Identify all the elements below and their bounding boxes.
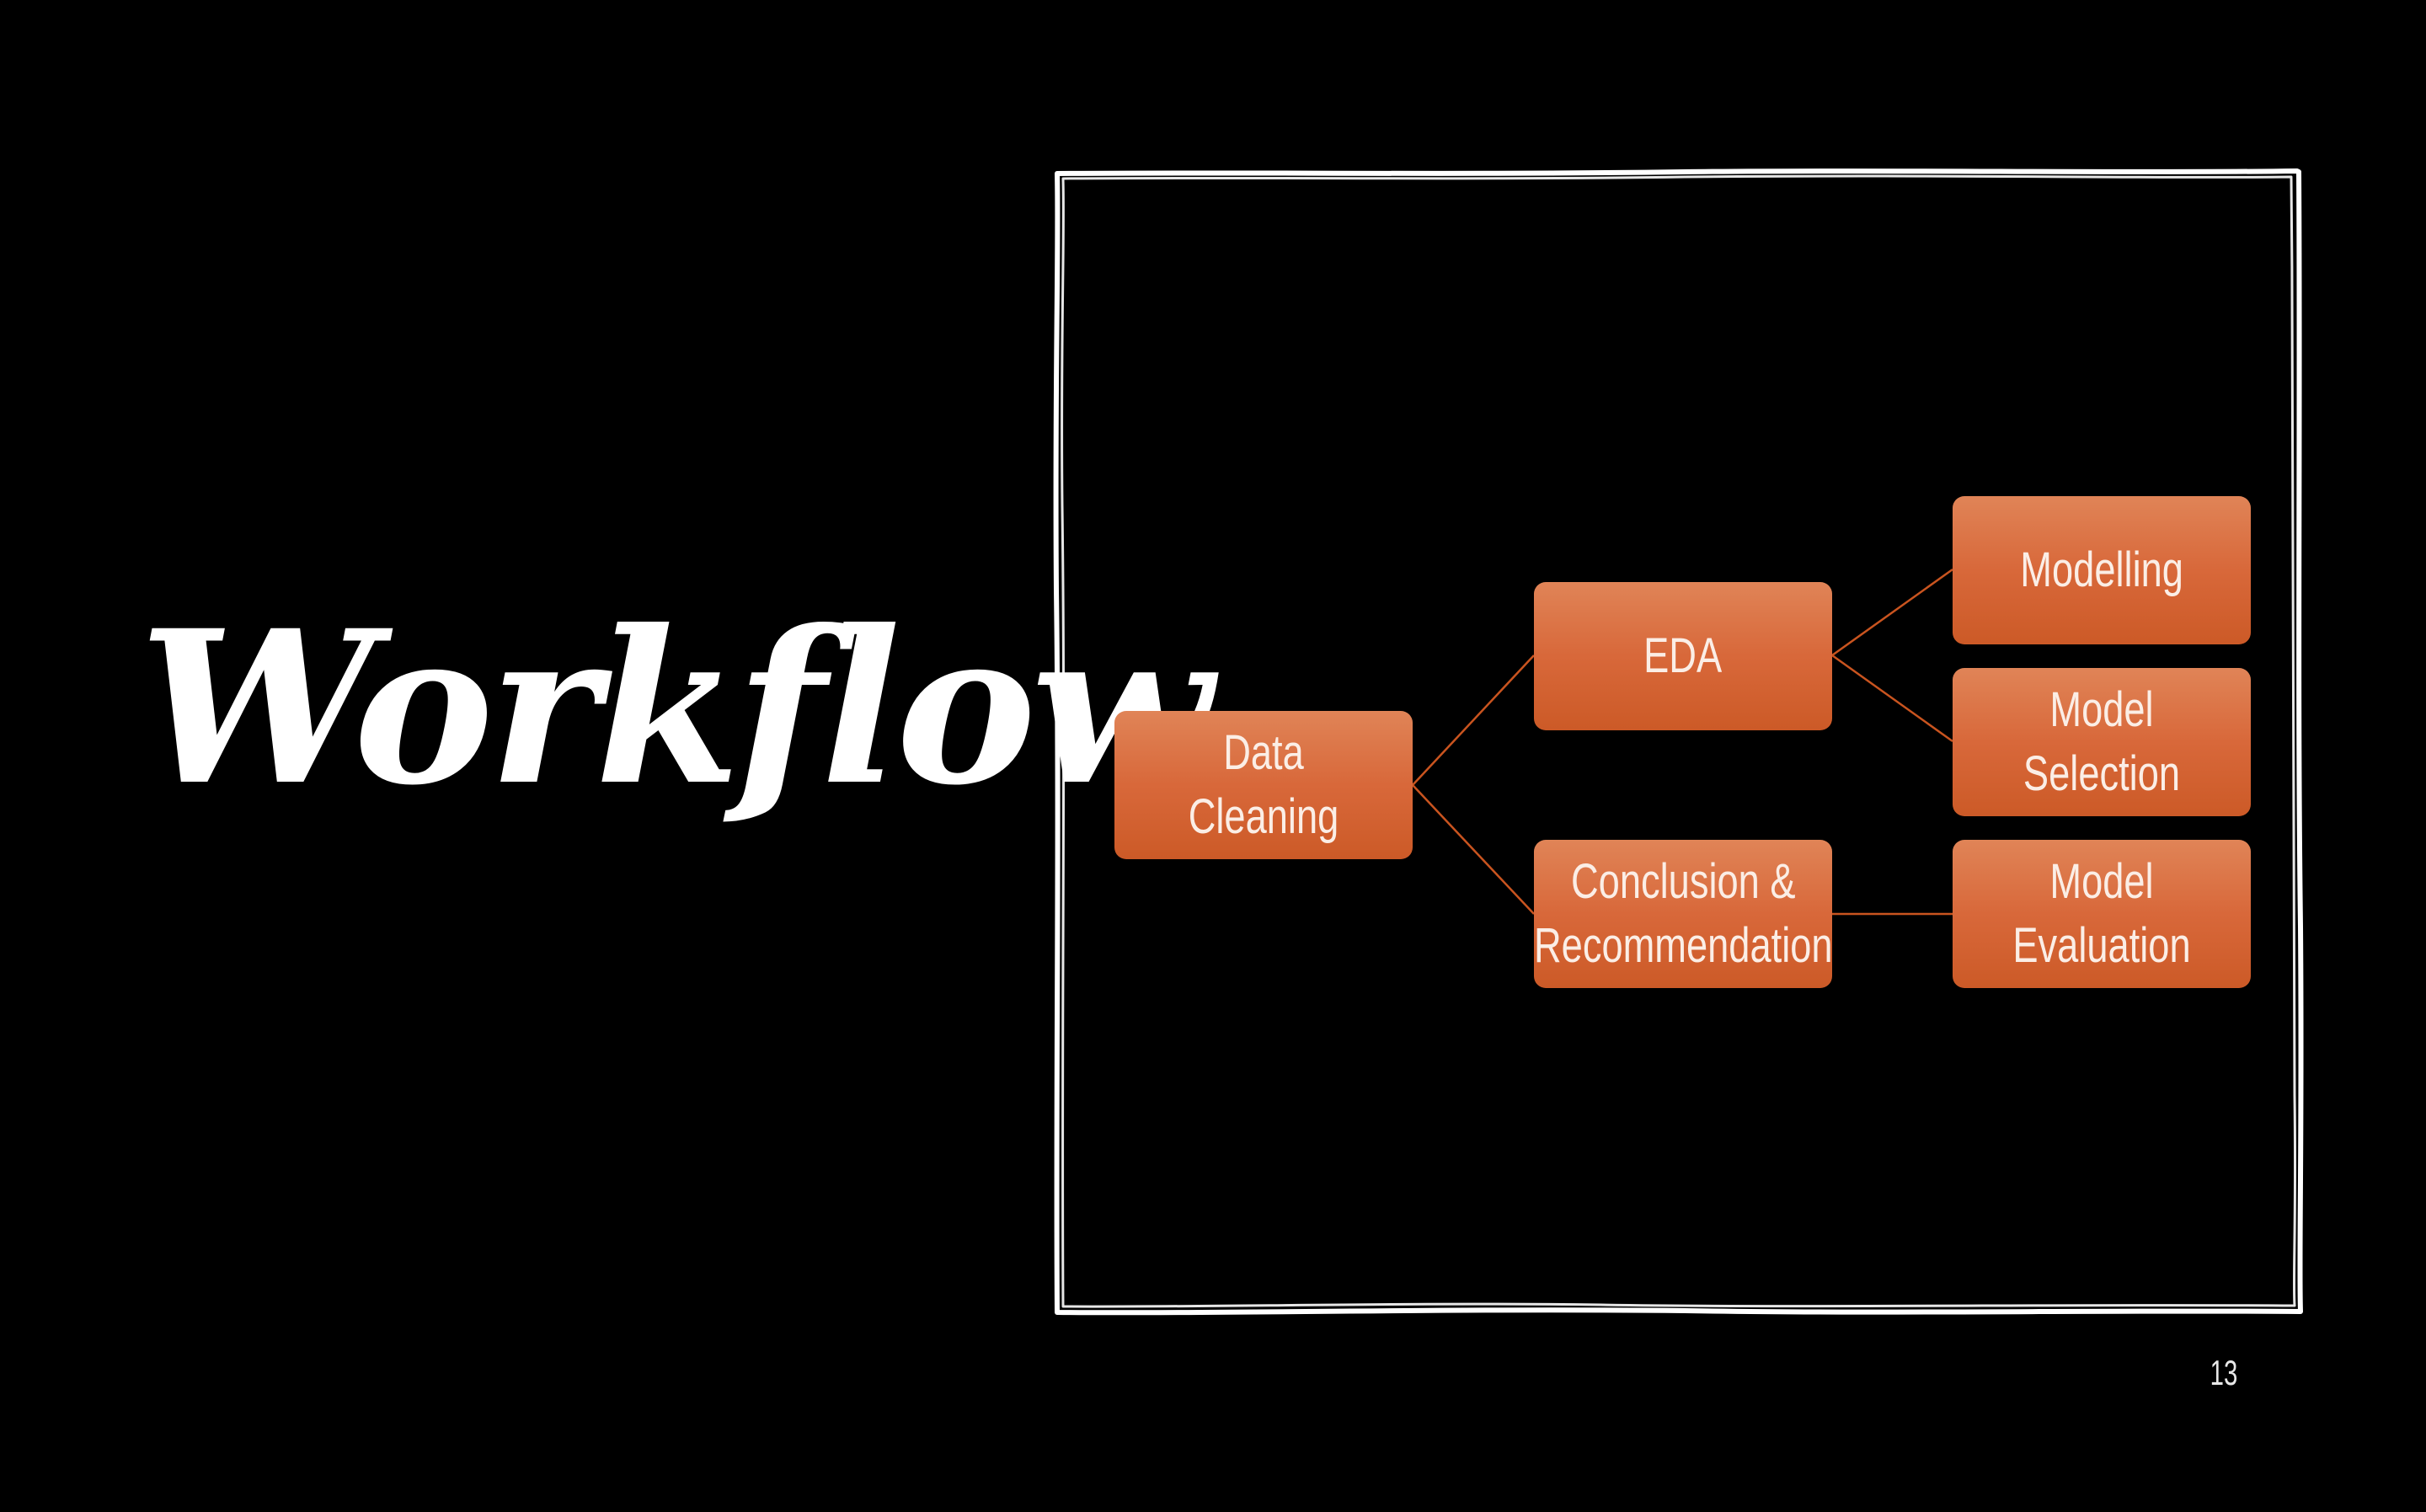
node-model-selection-label: Model Selection <box>2023 682 2181 801</box>
node-model-evaluation-label: Model Evaluation <box>2012 854 2191 973</box>
node-eda: EDA <box>1534 582 1832 730</box>
node-modelling-label: Modelling <box>2020 542 2183 597</box>
node-model-evaluation: Model Evaluation <box>1953 840 2251 988</box>
connector-eda-selection <box>1831 654 1953 743</box>
connector-eda-modelling <box>1831 568 1953 657</box>
node-eda-label: EDA <box>1643 628 1723 683</box>
node-data-cleaning-label: Data Cleaning <box>1188 725 1339 844</box>
page-number: 13 <box>2210 1353 2238 1392</box>
connector-cleaning-eda <box>1412 654 1535 786</box>
node-data-cleaning: Data Cleaning <box>1114 711 1413 859</box>
node-model-selection: Model Selection <box>1953 668 2251 816</box>
node-modelling: Modelling <box>1953 496 2251 644</box>
connector-cleaning-conclusion <box>1412 784 1535 915</box>
slide-title: Workflow <box>139 584 1213 831</box>
node-conclusion-label: Conclusion & Recommendation <box>1533 854 1833 973</box>
node-conclusion-recommendation: Conclusion & Recommendation <box>1534 840 1832 988</box>
